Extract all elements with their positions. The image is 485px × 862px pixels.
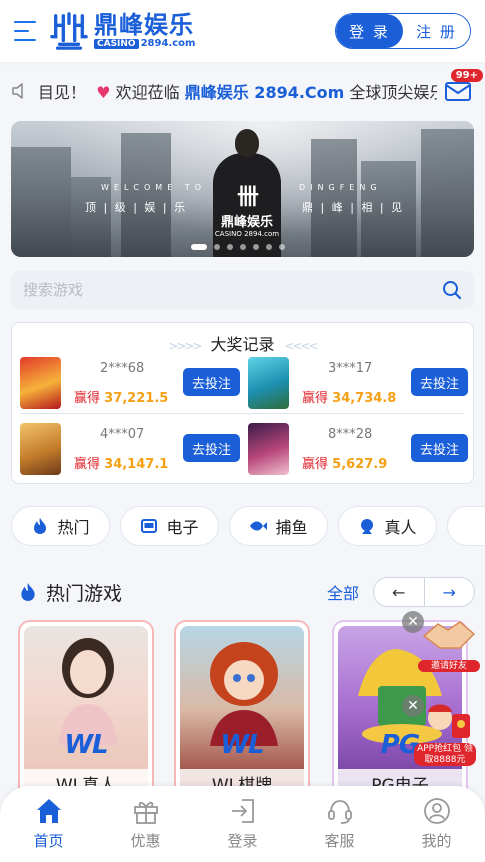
carousel-dot[interactable] [253, 244, 259, 250]
bet-button[interactable]: 去投注 [183, 434, 240, 462]
brand-logo[interactable]: 鼎峰娱乐 CASINO 2894.com [50, 12, 195, 50]
bet-button[interactable]: 去投注 [411, 368, 468, 396]
category-live[interactable]: 真人 [338, 506, 437, 546]
banner-dingfeng: DINGFENG [299, 183, 382, 192]
game-card[interactable]: WL WL棋牌 [174, 620, 310, 790]
login-icon [231, 799, 254, 823]
carousel-dot[interactable] [214, 244, 220, 250]
banner-logo: 卌 鼎峰娱乐 CASINO 2894.com [214, 185, 280, 238]
heart-icon: ♥ [96, 83, 111, 102]
banner-welcome: WELCOME TO [101, 183, 206, 192]
user-icon [423, 798, 450, 824]
chevrons-right-icon: >>>> [168, 339, 202, 353]
home-icon [36, 799, 61, 823]
game-thumbnail[interactable] [248, 423, 289, 475]
headset-icon [327, 800, 352, 824]
speaker-icon [12, 83, 23, 99]
flame-icon [21, 583, 35, 601]
carousel-dots[interactable] [191, 244, 285, 250]
top-header: 鼎峰娱乐 CASINO 2894.com 登 录 注 册 [0, 0, 485, 62]
mailbox-button[interactable]: 99+ [443, 69, 483, 103]
category-tabs: 热门 电子 捕鱼 真人 [11, 506, 485, 548]
notice-bar: 目见！ ♥ 欢迎莅临 鼎峰娱乐 2894.Com 全球顶尖娱乐 99+ [0, 69, 485, 112]
view-all-link[interactable]: 全部 [327, 580, 359, 604]
category-slots[interactable]: 电子 [120, 506, 219, 546]
next-arrow-button[interactable]: → [423, 578, 474, 606]
banner-slogan-right: 鼎 | 峰 | 相 | 见 [302, 201, 405, 214]
dealer-icon [361, 519, 374, 534]
game-thumbnail[interactable] [20, 357, 61, 409]
menu-icon[interactable] [14, 21, 36, 41]
carousel-dot[interactable] [240, 244, 246, 250]
carousel-arrows: ← → [373, 577, 475, 607]
promo-banner[interactable]: WELCOME TO DINGFENG 顶 | 级 | 娱 | 乐 鼎 | 峰 … [11, 121, 474, 257]
invite-friends-promo[interactable]: 邀请好友 [418, 612, 480, 672]
tab-promotions[interactable]: 优惠 [97, 786, 194, 862]
jackpot-entry: 4***07 赢得 34,147.1 去投注 [20, 423, 240, 477]
notice-marquee[interactable]: 目见！ ♥ 欢迎莅临 鼎峰娱乐 2894.Com 全球顶尖娱乐 [38, 79, 437, 103]
banner-slogan-left: 顶 | 级 | 娱 | 乐 [85, 201, 188, 214]
register-button[interactable]: 注 册 [403, 14, 470, 48]
category-fishing[interactable]: 捕鱼 [229, 506, 328, 546]
tab-profile[interactable]: 我的 [388, 786, 485, 862]
bet-button[interactable]: 去投注 [183, 368, 240, 396]
slot-machine-icon [141, 519, 158, 533]
flame-icon [34, 518, 47, 534]
fish-icon [250, 521, 268, 531]
red-envelope-icon [428, 704, 470, 738]
hot-games-title: 热门游戏 [46, 582, 123, 605]
search-icon[interactable] [442, 280, 462, 300]
tab-home[interactable]: 首页 [0, 786, 97, 862]
game-thumbnail[interactable] [248, 357, 289, 409]
jackpot-title: >>>> 大奖记录 <<<< [168, 335, 319, 354]
category-hot[interactable]: 热门 [11, 506, 110, 546]
search-bar [11, 271, 474, 309]
game-thumbnail[interactable] [20, 423, 61, 475]
divider [20, 413, 464, 414]
bet-button[interactable]: 去投注 [411, 434, 468, 462]
auth-toggle: 登 录 注 册 [335, 13, 471, 49]
bottom-tab-bar: 首页 优惠 登录 客服 我的 [0, 786, 485, 862]
game-card[interactable]: WL WL真人 [18, 620, 154, 790]
jackpot-entry: 8***28 赢得 5,627.9 去投注 [248, 423, 468, 477]
jackpot-records: >>>> 大奖记录 <<<< 2***68 赢得 37,221.5 去投注 3***… [11, 322, 474, 484]
tab-customer-service[interactable]: 客服 [291, 786, 388, 862]
jackpot-entry: 2***68 赢得 37,221.5 去投注 [20, 357, 240, 411]
chevrons-left-icon: <<<< [284, 339, 319, 353]
category-cards[interactable] [447, 506, 485, 546]
mail-icon [445, 82, 471, 101]
tab-login[interactable]: 登录 [194, 786, 291, 862]
mail-badge: 99+ [450, 69, 483, 82]
handshake-icon [422, 621, 476, 649]
jackpot-entry: 3***17 赢得 34,734.8 去投注 [248, 357, 468, 411]
login-button[interactable]: 登 录 [336, 14, 403, 48]
logo-domain: CASINO 2894.com [94, 39, 195, 49]
logo-mark-icon [50, 12, 88, 50]
carousel-dot[interactable] [191, 244, 207, 250]
prev-arrow-button[interactable]: ← [374, 578, 424, 606]
carousel-dot[interactable] [266, 244, 272, 250]
app-redpacket-promo[interactable]: APP抢红包 领取8888元 [414, 700, 476, 766]
carousel-dot[interactable] [227, 244, 233, 250]
logo-name: 鼎峰娱乐 [94, 11, 194, 39]
gift-icon [133, 801, 158, 824]
search-input[interactable] [23, 281, 442, 299]
carousel-dot[interactable] [279, 244, 285, 250]
hot-games-header: 热门游戏 全部 ← → [18, 576, 475, 608]
